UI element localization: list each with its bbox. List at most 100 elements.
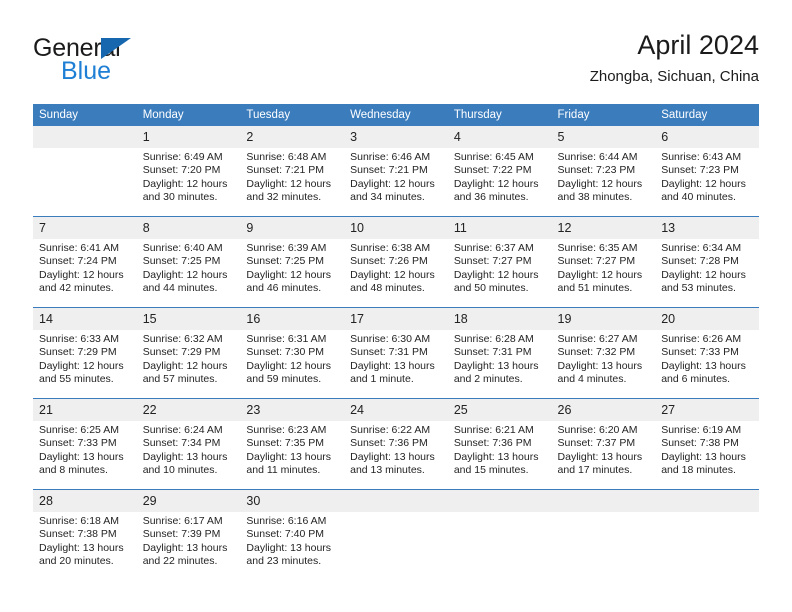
- day-cell[interactable]: 23 Sunrise: 6:23 AM Sunset: 7:35 PM Dayl…: [240, 398, 345, 490]
- day-cell[interactable]: 19 Sunrise: 6:27 AM Sunset: 7:32 PM Dayl…: [551, 307, 656, 399]
- sunrise-text: Sunrise: 6:21 AM: [453, 424, 534, 436]
- day-cell[interactable]: [655, 490, 759, 581]
- day-cell[interactable]: 9 Sunrise: 6:39 AM Sunset: 7:25 PM Dayli…: [240, 216, 345, 308]
- day-cell[interactable]: 26 Sunrise: 6:20 AM Sunset: 7:37 PM Dayl…: [551, 398, 656, 490]
- brand-logo[interactable]: General Blue: [33, 34, 233, 86]
- sunset-text: Sunset: 7:38 PM: [661, 437, 739, 450]
- day-number: 8: [136, 217, 241, 239]
- day-cell[interactable]: 28 Sunrise: 6:18 AM Sunset: 7:38 PM Dayl…: [33, 490, 137, 581]
- brand-word-blue: Blue: [61, 57, 112, 85]
- day-number: 28: [33, 490, 137, 512]
- day-cell[interactable]: [447, 490, 552, 581]
- day-cell[interactable]: 2 Sunrise: 6:48 AM Sunset: 7:21 PM Dayli…: [240, 126, 345, 217]
- sunset-text: Sunset: 7:23 PM: [661, 164, 739, 177]
- day-info: [655, 512, 759, 515]
- day-info: Sunrise: 6:38 AM Sunset: 7:26 PM Dayligh…: [344, 239, 448, 296]
- day-cell[interactable]: 24 Sunrise: 6:22 AM Sunset: 7:36 PM Dayl…: [344, 398, 448, 490]
- sunrise-text: Sunrise: 6:16 AM: [246, 515, 327, 527]
- day-cell[interactable]: 3 Sunrise: 6:46 AM Sunset: 7:21 PM Dayli…: [344, 126, 448, 217]
- sunrise-text: Sunrise: 6:34 AM: [661, 242, 742, 254]
- day-number: 27: [655, 399, 759, 421]
- calendar-page: General Blue April 2024 Zhongba, Sichuan…: [0, 0, 792, 612]
- day-info: Sunrise: 6:28 AM Sunset: 7:31 PM Dayligh…: [448, 330, 552, 387]
- column-header-tuesday: Tuesday: [240, 104, 345, 126]
- day-cell[interactable]: 4 Sunrise: 6:45 AM Sunset: 7:22 PM Dayli…: [447, 126, 552, 217]
- day-cell[interactable]: 12 Sunrise: 6:35 AM Sunset: 7:27 PM Dayl…: [551, 216, 656, 308]
- day-number: [33, 126, 137, 148]
- day-cell[interactable]: 29 Sunrise: 6:17 AM Sunset: 7:39 PM Dayl…: [136, 490, 241, 581]
- sunset-text: Sunset: 7:32 PM: [557, 346, 636, 359]
- day-info: Sunrise: 6:30 AM Sunset: 7:31 PM Dayligh…: [344, 330, 448, 387]
- week-row: 14 Sunrise: 6:33 AM Sunset: 7:29 PM Dayl…: [33, 307, 759, 399]
- sunrise-text: Sunrise: 6:18 AM: [39, 515, 119, 527]
- column-header-sunday: Sunday: [33, 104, 137, 126]
- day-info: Sunrise: 6:40 AM Sunset: 7:25 PM Dayligh…: [137, 239, 241, 296]
- week-row: 1 Sunrise: 6:49 AM Sunset: 7:20 PM Dayli…: [33, 126, 759, 217]
- day-cell[interactable]: 5 Sunrise: 6:44 AM Sunset: 7:23 PM Dayli…: [551, 126, 656, 217]
- day-number: 3: [344, 126, 448, 148]
- daylight-text: Daylight: 13 hours and 18 minutes.: [661, 450, 746, 477]
- day-cell[interactable]: 25 Sunrise: 6:21 AM Sunset: 7:36 PM Dayl…: [447, 398, 552, 490]
- day-number: 10: [344, 217, 448, 239]
- sunset-text: Sunset: 7:25 PM: [246, 255, 325, 268]
- daylight-text: Daylight: 12 hours and 40 minutes.: [661, 177, 746, 204]
- day-cell[interactable]: 20 Sunrise: 6:26 AM Sunset: 7:33 PM Dayl…: [655, 307, 759, 399]
- day-info: Sunrise: 6:33 AM Sunset: 7:29 PM Dayligh…: [33, 330, 137, 387]
- day-info: Sunrise: 6:35 AM Sunset: 7:27 PM Dayligh…: [552, 239, 656, 296]
- day-info: Sunrise: 6:16 AM Sunset: 7:40 PM Dayligh…: [240, 512, 344, 569]
- daylight-text: Daylight: 12 hours and 53 minutes.: [661, 268, 746, 295]
- page-header: General Blue April 2024 Zhongba, Sichuan…: [33, 28, 759, 90]
- day-cell[interactable]: [344, 490, 448, 581]
- day-number: 18: [447, 308, 552, 330]
- page-subtitle: Zhongba, Sichuan, China: [589, 68, 759, 85]
- day-cell[interactable]: [33, 126, 137, 217]
- sunrise-text: Sunrise: 6:25 AM: [39, 424, 119, 436]
- day-cell[interactable]: 17 Sunrise: 6:30 AM Sunset: 7:31 PM Dayl…: [344, 307, 448, 399]
- day-cell[interactable]: 22 Sunrise: 6:24 AM Sunset: 7:34 PM Dayl…: [136, 398, 241, 490]
- sunset-text: Sunset: 7:34 PM: [142, 437, 221, 450]
- sunset-text: Sunset: 7:29 PM: [142, 346, 221, 359]
- sunset-text: Sunset: 7:38 PM: [39, 528, 117, 541]
- calendar-body: 1 Sunrise: 6:49 AM Sunset: 7:20 PM Dayli…: [33, 126, 759, 580]
- column-header-friday: Friday: [551, 104, 656, 126]
- weekday-header: Sunday Monday Tuesday Wednesday Thursday…: [33, 104, 759, 126]
- daylight-text: Daylight: 12 hours and 57 minutes.: [142, 359, 228, 386]
- day-cell[interactable]: 16 Sunrise: 6:31 AM Sunset: 7:30 PM Dayl…: [240, 307, 345, 399]
- sunset-text: Sunset: 7:36 PM: [350, 437, 428, 450]
- day-cell[interactable]: 18 Sunrise: 6:28 AM Sunset: 7:31 PM Dayl…: [447, 307, 552, 399]
- day-cell[interactable]: 14 Sunrise: 6:33 AM Sunset: 7:29 PM Dayl…: [33, 307, 137, 399]
- day-cell[interactable]: 13 Sunrise: 6:34 AM Sunset: 7:28 PM Dayl…: [655, 216, 759, 308]
- sunset-text: Sunset: 7:40 PM: [246, 528, 325, 541]
- day-info: [33, 148, 137, 151]
- day-cell[interactable]: 15 Sunrise: 6:32 AM Sunset: 7:29 PM Dayl…: [136, 307, 241, 399]
- daylight-text: Daylight: 13 hours and 23 minutes.: [246, 541, 332, 568]
- day-cell[interactable]: 11 Sunrise: 6:37 AM Sunset: 7:27 PM Dayl…: [447, 216, 552, 308]
- day-number: [447, 490, 552, 512]
- day-cell[interactable]: 10 Sunrise: 6:38 AM Sunset: 7:26 PM Dayl…: [344, 216, 448, 308]
- day-number: 24: [344, 399, 448, 421]
- day-info: Sunrise: 6:49 AM Sunset: 7:20 PM Dayligh…: [137, 148, 241, 205]
- day-number: 13: [655, 217, 759, 239]
- day-info: Sunrise: 6:44 AM Sunset: 7:23 PM Dayligh…: [552, 148, 656, 205]
- sunrise-text: Sunrise: 6:37 AM: [453, 242, 534, 254]
- day-info: [448, 512, 552, 515]
- day-cell[interactable]: 1 Sunrise: 6:49 AM Sunset: 7:20 PM Dayli…: [136, 126, 241, 217]
- day-cell[interactable]: 6 Sunrise: 6:43 AM Sunset: 7:23 PM Dayli…: [655, 126, 759, 217]
- sunrise-text: Sunrise: 6:35 AM: [557, 242, 638, 254]
- day-number: 4: [447, 126, 552, 148]
- day-info: Sunrise: 6:27 AM Sunset: 7:32 PM Dayligh…: [552, 330, 656, 387]
- day-number: 21: [33, 399, 137, 421]
- sunset-text: Sunset: 7:20 PM: [142, 164, 221, 177]
- day-cell[interactable]: 30 Sunrise: 6:16 AM Sunset: 7:40 PM Dayl…: [240, 490, 345, 581]
- day-cell[interactable]: [551, 490, 656, 581]
- day-info: Sunrise: 6:46 AM Sunset: 7:21 PM Dayligh…: [344, 148, 448, 205]
- day-cell[interactable]: 7 Sunrise: 6:41 AM Sunset: 7:24 PM Dayli…: [33, 216, 137, 308]
- day-info: Sunrise: 6:21 AM Sunset: 7:36 PM Dayligh…: [448, 421, 552, 478]
- daylight-text: Daylight: 12 hours and 32 minutes.: [246, 177, 332, 204]
- day-cell[interactable]: 21 Sunrise: 6:25 AM Sunset: 7:33 PM Dayl…: [33, 398, 137, 490]
- sunset-text: Sunset: 7:33 PM: [661, 346, 739, 359]
- day-cell[interactable]: 27 Sunrise: 6:19 AM Sunset: 7:38 PM Dayl…: [655, 398, 759, 490]
- day-info: Sunrise: 6:41 AM Sunset: 7:24 PM Dayligh…: [33, 239, 137, 296]
- sunrise-text: Sunrise: 6:45 AM: [453, 151, 534, 163]
- day-cell[interactable]: 8 Sunrise: 6:40 AM Sunset: 7:25 PM Dayli…: [136, 216, 241, 308]
